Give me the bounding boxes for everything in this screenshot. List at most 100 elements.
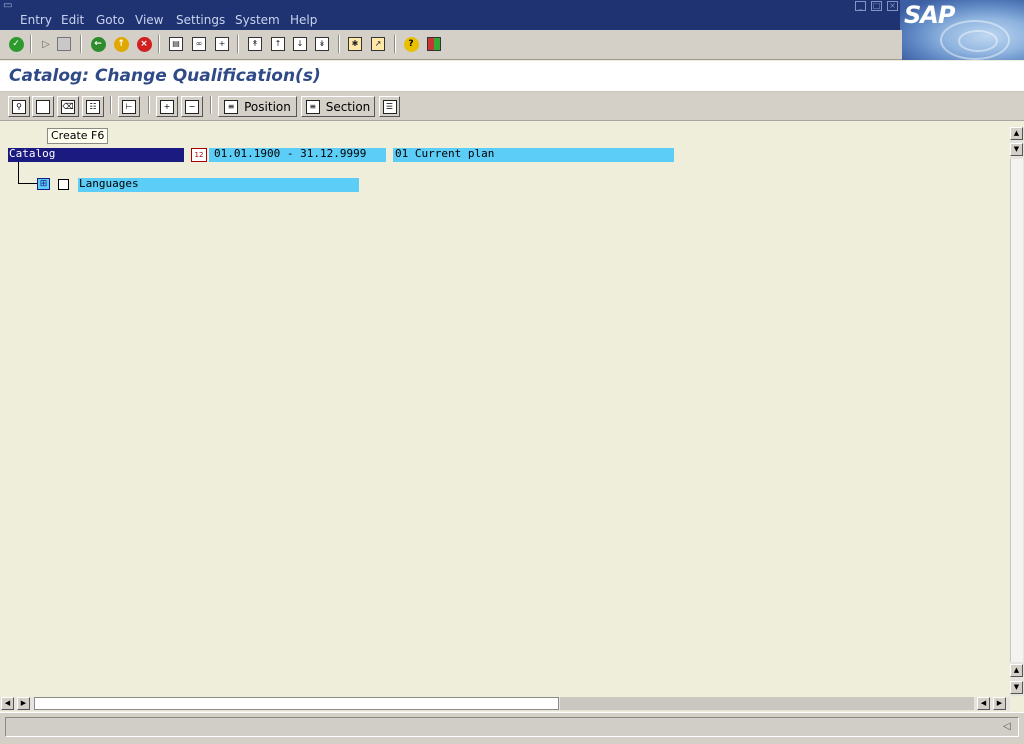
collapse-subtree-icon: − <box>185 99 199 114</box>
menu-view[interactable]: View <box>135 12 163 28</box>
layout-menu-button[interactable] <box>424 34 444 54</box>
section-icon: ≡ <box>305 99 320 114</box>
new-session-icon: ✱ <box>348 37 362 51</box>
toolbar-separator <box>237 35 239 53</box>
status-expand-icon[interactable]: ◁ <box>1003 721 1011 732</box>
status-message-field <box>5 717 1019 737</box>
calendar-icon[interactable]: 12 <box>191 148 207 162</box>
command-field-toggle[interactable]: ▷ <box>36 34 56 54</box>
node-checkbox[interactable] <box>58 179 69 190</box>
enter-button[interactable]: ✓ <box>6 34 26 54</box>
expand-node-icon[interactable]: ⊞ <box>37 178 50 190</box>
horizontal-scrollbar[interactable]: ◀ ▶ ◀ ▶ <box>0 697 1010 711</box>
cancel-button[interactable]: × <box>134 34 154 54</box>
plan-version: 01 Current plan <box>393 148 674 162</box>
menu-bar: ▭ Entry Edit Goto View Settings System H… <box>0 0 1024 30</box>
help-button[interactable]: ? <box>401 34 421 54</box>
menu-system[interactable]: System <box>235 12 280 28</box>
standard-toolbar: ✓ ▷ ← ↑ × ▤ ∞ + ↟ ↑ ↓ ↡ ✱ ↗ ? <box>0 30 902 60</box>
tree-connector-vertical <box>18 162 19 184</box>
list-icon: ☰ <box>382 99 397 114</box>
application-toolbar: ⚲ ⌫ ☷ ⊢ + − ≡ Position ≡ Section ☰ <box>0 92 1024 121</box>
delete-button[interactable]: ⌫ <box>57 96 79 117</box>
menu-goto[interactable]: Goto <box>96 12 125 28</box>
last-page-button[interactable]: ↡ <box>312 34 332 54</box>
print-button[interactable]: ▤ <box>166 34 186 54</box>
menu-settings[interactable]: Settings <box>176 12 225 28</box>
trash-icon: ⌫ <box>61 99 75 114</box>
tooltip: Create F6 <box>47 128 109 144</box>
sap-logo: SAP <box>900 0 1024 60</box>
scroll-up-icon[interactable]: ▲ <box>1010 127 1023 140</box>
back-arrow-icon: ← <box>90 36 106 52</box>
collapse-button[interactable]: − <box>181 96 203 117</box>
menu-help[interactable]: Help <box>290 12 317 28</box>
cancel-x-icon: × <box>136 36 152 52</box>
hierarchy-icon: ⊢ <box>122 99 136 114</box>
shortcut-button[interactable]: ↗ <box>368 34 388 54</box>
system-menu-icon[interactable]: ▭ <box>3 1 15 11</box>
display-button[interactable]: ⚲ <box>8 96 30 117</box>
save-button[interactable] <box>54 34 74 54</box>
close-window-icon[interactable]: × <box>887 1 898 11</box>
title-bar: Catalog: Change Qualification(s) <box>0 61 1024 92</box>
toolbar-separator <box>110 96 112 114</box>
toolbar-separator <box>148 96 150 114</box>
new-session-button[interactable]: ✱ <box>345 34 365 54</box>
structure-button[interactable]: ⊢ <box>118 96 140 117</box>
scroll-left-icon[interactable]: ◀ <box>1 697 14 710</box>
find-button[interactable]: ∞ <box>189 34 209 54</box>
checkmark-icon: ✓ <box>8 36 24 52</box>
find-next-button[interactable]: + <box>212 34 232 54</box>
tree-root-catalog[interactable]: Catalog <box>8 148 184 162</box>
toolbar-separator <box>210 96 212 114</box>
create-button[interactable] <box>32 96 54 117</box>
detail-button[interactable]: ☷ <box>82 96 104 117</box>
logo-text: SAP <box>904 1 955 29</box>
detail-icon: ☷ <box>86 99 100 114</box>
tree-node-languages[interactable]: Languages <box>78 178 359 192</box>
minimize-icon[interactable]: _ <box>855 1 866 11</box>
page-left-icon[interactable]: ▶ <box>17 697 30 710</box>
toolbar-separator <box>394 35 396 53</box>
logo-ripple <box>958 30 998 52</box>
restore-icon[interactable]: □ <box>871 1 882 11</box>
toolbar-separator <box>30 35 32 53</box>
expand-button[interactable]: + <box>156 96 178 117</box>
binoculars-plus-icon: + <box>215 37 229 51</box>
section-button[interactable]: ≡ Section <box>301 96 375 117</box>
toolbar-separator <box>80 35 82 53</box>
previous-page-icon: ↑ <box>271 37 285 51</box>
shortcut-icon: ↗ <box>371 37 385 51</box>
tree-area <box>0 122 1010 696</box>
menu-edit[interactable]: Edit <box>61 12 84 28</box>
toolbar-separator <box>338 35 340 53</box>
exit-button[interactable]: ↑ <box>111 34 131 54</box>
scroll-right-icon[interactable]: ▶ <box>993 697 1006 710</box>
previous-page-button[interactable]: ↑ <box>268 34 288 54</box>
magnifier-icon: ⚲ <box>12 99 26 114</box>
help-icon: ? <box>403 36 419 52</box>
last-page-icon: ↡ <box>315 37 329 51</box>
horizontal-scroll-track[interactable] <box>560 697 974 710</box>
printer-icon: ▤ <box>169 37 183 51</box>
back-button[interactable]: ← <box>88 34 108 54</box>
status-bar: ◁ <box>0 712 1024 744</box>
floppy-icon <box>57 37 71 51</box>
scroll-down-icon[interactable]: ▼ <box>1010 681 1023 694</box>
next-page-icon: ↓ <box>293 37 307 51</box>
menu-entry[interactable]: Entry <box>20 12 52 28</box>
page-title: Catalog: Change Qualification(s) <box>9 66 321 86</box>
next-page-button[interactable]: ↓ <box>290 34 310 54</box>
position-button[interactable]: ≡ Position <box>218 96 297 117</box>
first-page-button[interactable]: ↟ <box>245 34 265 54</box>
list-button[interactable]: ☰ <box>379 96 400 117</box>
vertical-scrollbar[interactable]: ▲ ▼ ▲ ▼ <box>1010 127 1024 696</box>
page-right-icon[interactable]: ◀ <box>977 697 990 710</box>
exit-arrow-icon: ↑ <box>113 36 129 52</box>
position-button-label: Position <box>244 99 291 114</box>
vertical-scroll-track[interactable] <box>1010 159 1023 662</box>
page-down-icon[interactable]: ▲ <box>1010 664 1023 677</box>
page-up-icon[interactable]: ▼ <box>1010 143 1023 156</box>
horizontal-scroll-thumb[interactable] <box>34 697 559 710</box>
